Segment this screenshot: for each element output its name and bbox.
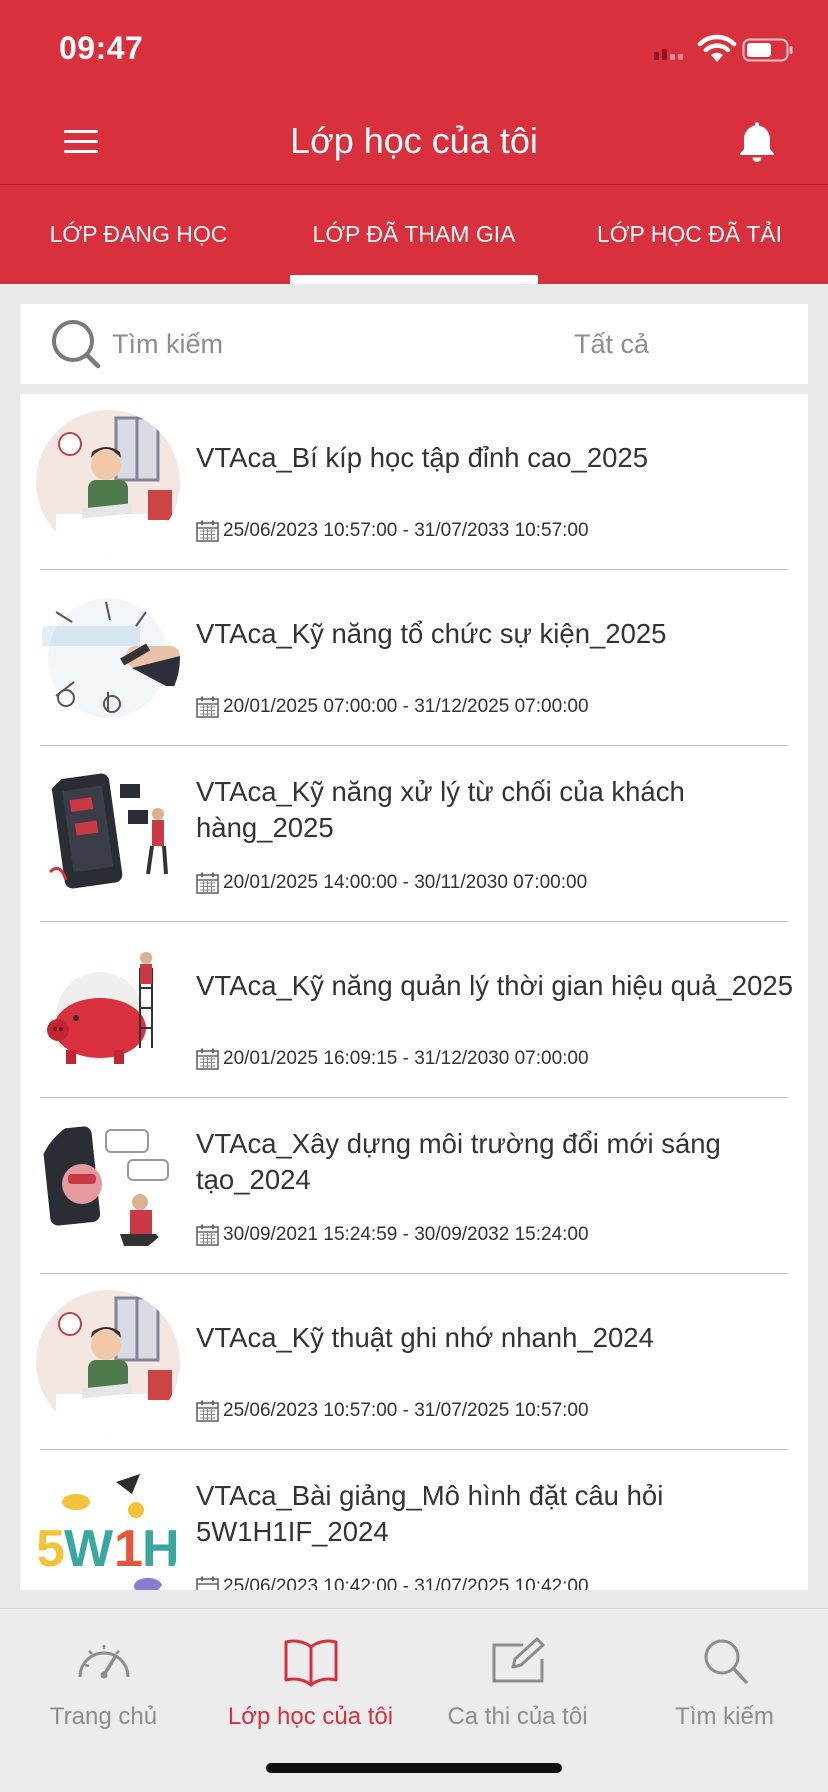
home-indicator[interactable] bbox=[266, 1763, 562, 1773]
mobile-app-illustration bbox=[36, 762, 180, 906]
class-date-text: 25/06/2023 10:42:00 - 31/07/2025 10:42:0… bbox=[223, 1576, 589, 1590]
class-tabs: LỚP ĐANG HỌC LỚP ĐÃ THAM GIA LỚP HỌC ĐÃ … bbox=[0, 185, 828, 284]
class-thumbnail: 5 W 1 H bbox=[36, 1466, 180, 1590]
title-bar: Lớp học của tôi bbox=[0, 100, 828, 184]
search-icon bbox=[52, 320, 101, 369]
nav-label: Trang chủ bbox=[49, 1703, 158, 1730]
class-title: VTAca_Bài giảng_Mô hình đặt câu hỏi 5W1H… bbox=[196, 1480, 664, 1547]
class-date-text: 20/01/2025 16:09:15 - 31/12/2030 07:00:0… bbox=[223, 1048, 589, 1069]
class-date: 20/01/2025 07:00:00 - 31/12/2025 07:00:0… bbox=[196, 694, 589, 720]
svg-text:5: 5 bbox=[36, 1520, 65, 1578]
bell-icon[interactable] bbox=[732, 116, 782, 166]
app-header: 09:47 Lớp học của tôi LỚP ĐANG HỌC LỚP Đ… bbox=[0, 0, 828, 284]
nav-label: Ca thi của tôi bbox=[447, 1703, 588, 1730]
open-book-icon bbox=[284, 1639, 337, 1687]
event-management-illustration bbox=[36, 586, 180, 730]
calendar-icon bbox=[196, 520, 219, 542]
tab-current-classes[interactable]: LỚP ĐANG HỌC bbox=[0, 185, 277, 284]
calendar-icon bbox=[196, 1576, 219, 1590]
class-thumbnail bbox=[36, 1114, 180, 1258]
class-date: 20/01/2025 16:09:15 - 31/12/2030 07:00:0… bbox=[196, 1046, 589, 1072]
class-item[interactable]: VTAca_Bí kíp học tập đỉnh cao_2025 25/06… bbox=[20, 394, 808, 570]
tab-joined-classes[interactable]: LỚP ĐÃ THAM GIA bbox=[277, 185, 551, 284]
calendar-icon bbox=[196, 1048, 219, 1070]
class-date: 25/06/2023 10:57:00 - 31/07/2025 10:57:0… bbox=[196, 1398, 589, 1424]
calendar-icon bbox=[196, 1224, 219, 1246]
class-date-text: 20/01/2025 14:00:00 - 30/11/2030 07:00:0… bbox=[223, 872, 588, 893]
class-title: VTAca_Bí kíp học tập đỉnh cao_2025 bbox=[196, 442, 649, 473]
class-list: VTAca_Bí kíp học tập đỉnh cao_2025 25/06… bbox=[20, 394, 808, 1590]
calendar-icon bbox=[196, 696, 219, 718]
active-tab-indicator bbox=[290, 275, 538, 284]
search-input[interactable] bbox=[112, 304, 472, 384]
cellular-signal-icon bbox=[654, 49, 683, 60]
page-title: Lớp học của tôi bbox=[290, 120, 538, 161]
tab-downloaded-classes[interactable]: LỚP HỌC ĐÃ TẢI bbox=[551, 185, 828, 284]
class-date-text: 20/01/2025 07:00:00 - 31/12/2025 07:00:0… bbox=[223, 696, 589, 717]
class-date: 20/01/2025 14:00:00 - 30/11/2030 07:00:0… bbox=[196, 870, 587, 896]
nav-my-exams[interactable]: Ca thi của tôi bbox=[414, 1609, 621, 1739]
nav-my-classes[interactable]: Lớp học của tôi bbox=[207, 1609, 414, 1739]
nav-home[interactable]: Trang chủ bbox=[0, 1609, 207, 1739]
class-title: VTAca_Kỹ thuật ghi nhớ nhanh_2024 bbox=[196, 1322, 654, 1353]
class-date: 30/09/2021 15:24:59 - 30/09/2032 15:24:0… bbox=[196, 1222, 589, 1248]
class-item[interactable]: 5 W 1 H VTAca_Bài giảng_Mô hình đặt câu … bbox=[20, 1450, 808, 1590]
class-date-text: 25/06/2023 10:57:00 - 31/07/2033 10:57:0… bbox=[223, 520, 589, 541]
svg-text:W: W bbox=[64, 1520, 114, 1578]
class-item[interactable]: VTAca_Xây dựng môi trường đổi mới sáng t… bbox=[20, 1098, 808, 1274]
class-item[interactable]: VTAca_Kỹ thuật ghi nhớ nhanh_2024 25/06/… bbox=[20, 1274, 808, 1450]
class-title: VTAca_Kỹ năng tổ chức sự kiện_2025 bbox=[196, 618, 667, 649]
class-date-text: 25/06/2023 10:57:00 - 31/07/2025 10:57:0… bbox=[223, 1400, 589, 1421]
nav-label: Tìm kiếm bbox=[675, 1703, 774, 1730]
class-date-text: 30/09/2021 15:24:59 - 30/09/2032 15:24:0… bbox=[223, 1224, 589, 1245]
5w1h-illustration: 5 W 1 H bbox=[36, 1466, 180, 1590]
class-thumbnail bbox=[36, 762, 180, 906]
student-studying-illustration bbox=[36, 1290, 180, 1434]
piggy-bank-illustration bbox=[36, 938, 180, 1082]
status-time: 09:47 bbox=[59, 30, 144, 66]
nav-search[interactable]: Tìm kiếm bbox=[621, 1609, 828, 1739]
class-thumbnail bbox=[36, 938, 180, 1082]
search-icon bbox=[704, 1639, 748, 1684]
class-date: 25/06/2023 10:57:00 - 31/07/2033 10:57:0… bbox=[196, 518, 589, 544]
speedometer-icon bbox=[78, 1645, 129, 1679]
class-thumbnail bbox=[36, 1290, 180, 1434]
innovation-chat-illustration bbox=[36, 1114, 180, 1258]
class-thumbnail bbox=[36, 586, 180, 730]
svg-text:H: H bbox=[142, 1520, 180, 1578]
class-date: 25/06/2023 10:42:00 - 31/07/2025 10:42:0… bbox=[196, 1574, 589, 1590]
class-thumbnail bbox=[36, 410, 180, 554]
nav-label: Lớp học của tôi bbox=[227, 1703, 394, 1730]
edit-note-icon bbox=[492, 1637, 544, 1683]
calendar-icon bbox=[196, 872, 219, 894]
class-item[interactable]: VTAca_Kỹ năng xử lý từ chối của khách hà… bbox=[20, 746, 808, 922]
wifi-icon bbox=[697, 34, 737, 62]
calendar-icon bbox=[196, 1400, 219, 1422]
svg-text:1: 1 bbox=[114, 1520, 143, 1578]
class-item[interactable]: VTAca_Kỹ năng quản lý thời gian hiệu quả… bbox=[20, 922, 808, 1098]
filter-dropdown[interactable]: Tất cả bbox=[574, 304, 754, 384]
search-bar: Tất cả bbox=[20, 304, 808, 384]
battery-icon bbox=[742, 38, 793, 62]
class-title: VTAca_Kỹ năng xử lý từ chối của khách hà… bbox=[196, 776, 685, 843]
class-item[interactable]: VTAca_Kỹ năng tổ chức sự kiện_2025 20/01… bbox=[20, 570, 808, 746]
student-studying-illustration bbox=[36, 410, 180, 554]
class-title: VTAca_Kỹ năng quản lý thời gian hiệu quả… bbox=[196, 970, 793, 1001]
status-bar: 09:47 bbox=[0, 0, 828, 100]
class-title: VTAca_Xây dựng môi trường đổi mới sáng t… bbox=[196, 1128, 721, 1195]
